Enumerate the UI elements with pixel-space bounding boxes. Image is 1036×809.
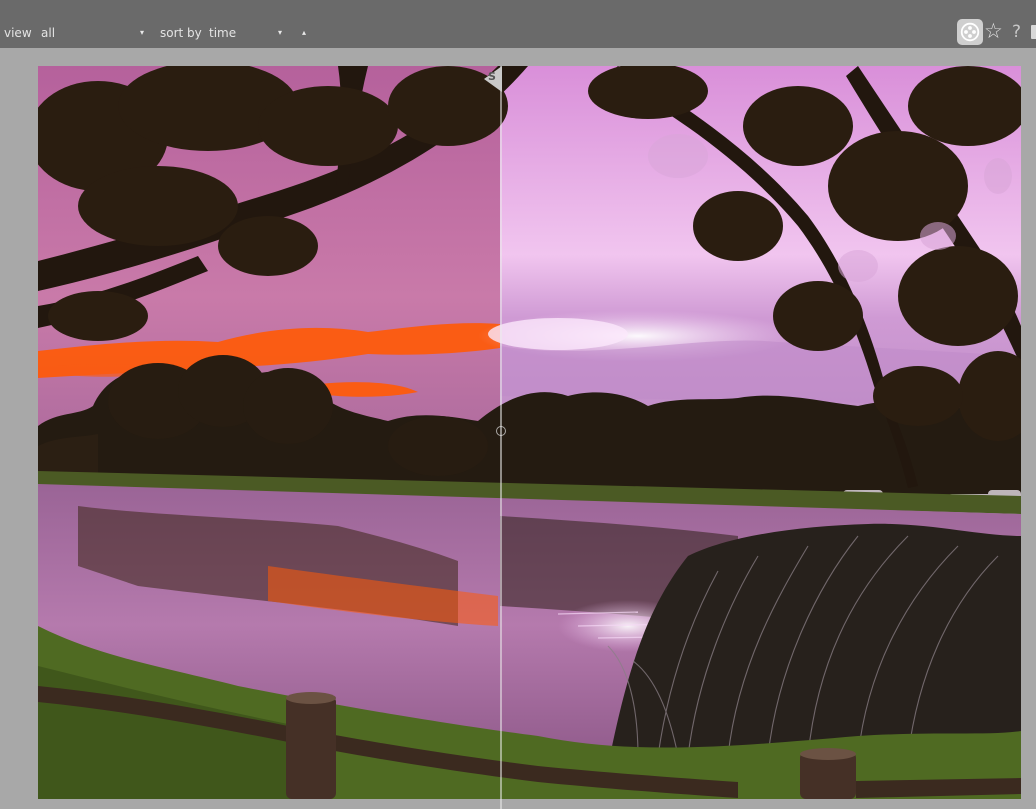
focus-peaking-icon: [960, 22, 980, 42]
focus-peaking-button[interactable]: [957, 19, 983, 45]
compare-split-line[interactable]: [500, 66, 502, 809]
compare-handle-label: S: [488, 70, 496, 83]
star-icon[interactable]: ☆: [984, 20, 1003, 42]
help-icon[interactable]: ?: [1012, 21, 1021, 43]
compare-split-knob[interactable]: [496, 426, 506, 436]
view-label: view: [4, 26, 32, 40]
image-viewport[interactable]: [38, 66, 1021, 799]
top-toolbar: view all ▾ sort by time ▾ ▴ ☆ ?: [0, 0, 1036, 48]
sort-dropdown-chevron-icon[interactable]: ▾: [278, 27, 282, 39]
photo: [38, 66, 1021, 799]
view-dropdown[interactable]: all: [41, 26, 55, 40]
view-dropdown-chevron-icon[interactable]: ▾: [140, 27, 144, 39]
sort-order-icon[interactable]: ▴: [302, 27, 306, 39]
sort-by-label: sort by: [160, 26, 202, 40]
sort-dropdown[interactable]: time: [209, 26, 236, 40]
edge-icon[interactable]: [1031, 25, 1036, 39]
